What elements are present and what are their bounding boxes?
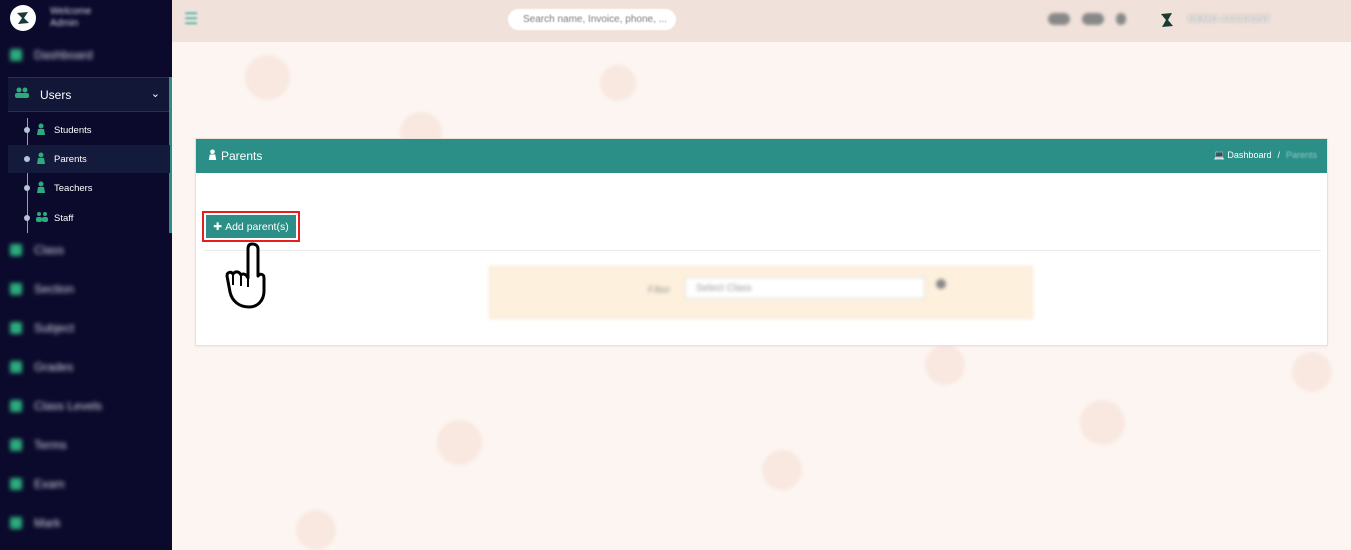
sidebar-item-label: Users [40, 87, 72, 102]
search-input[interactable]: Search name, Invoice, phone, ... [508, 9, 676, 30]
sidebar-item-label: Staff [54, 212, 74, 224]
bg-bubble [762, 450, 802, 490]
sidebar-item-students[interactable]: Students [8, 116, 170, 144]
bg-bubble [245, 55, 290, 100]
subject-icon [10, 322, 22, 334]
sidebar-item-label: Class [34, 243, 65, 257]
language-flag-icon[interactable] [1082, 13, 1104, 25]
brand: Welcome Admin [10, 0, 92, 36]
add-button-highlight: ✚ Add parent(s) [202, 211, 300, 242]
menu-icon[interactable]: ☰ [184, 11, 202, 29]
header-icons [1048, 13, 1126, 25]
sidebar-item-label: Dashboard [34, 48, 93, 62]
users-icon [14, 87, 30, 102]
sidebar-item-mark[interactable]: Mark [10, 512, 170, 534]
mail-icon[interactable] [1116, 13, 1126, 25]
clear-icon[interactable] [936, 279, 946, 289]
bg-bubble [437, 420, 482, 465]
breadcrumb-home[interactable]: 💻 Dashboard [1214, 150, 1272, 161]
divider [204, 250, 1321, 251]
sidebar-item-label: Teachers [54, 182, 93, 194]
breadcrumb-home-label: Dashboard [1227, 150, 1272, 160]
tree-dot [24, 185, 30, 191]
sidebar-item-label: Students [54, 124, 92, 136]
add-parents-button[interactable]: ✚ Add parent(s) [206, 215, 296, 238]
class-select[interactable]: Select Class [685, 277, 925, 299]
section-icon [10, 283, 22, 295]
bg-bubble [1292, 352, 1332, 392]
sidebar-item-parents[interactable]: Parents [8, 145, 170, 173]
sidebar-item-label: Parents [54, 153, 87, 165]
account-menu[interactable]: DEMO ACCOUNT [1188, 14, 1270, 25]
breadcrumb: 💻 Dashboard / Parents [1214, 150, 1317, 161]
sidebar-item-subject[interactable]: Subject [10, 317, 170, 339]
breadcrumb-current: Parents [1285, 150, 1317, 160]
parent-icon [207, 149, 218, 163]
staff-icon [35, 211, 49, 226]
bg-bubble [1080, 400, 1125, 445]
brand-text: Welcome Admin [50, 6, 92, 30]
exam-icon [10, 478, 22, 490]
laptop-icon: 💻 [1213, 150, 1225, 160]
panel-header: Parents 💻 Dashboard / Parents [196, 139, 1327, 173]
plus-icon: ✚ [213, 220, 223, 233]
sidebar-item-label: Grades [34, 360, 74, 374]
filter-box: Filter Select Class [489, 266, 1033, 319]
sidebar-item-label: Mark [34, 516, 61, 530]
top-bar: ☰ Search name, Invoice, phone, ... DEMO … [172, 0, 1351, 42]
tree-dot [24, 156, 30, 162]
mark-icon [10, 517, 22, 529]
breadcrumb-separator: / [1277, 150, 1280, 160]
add-parents-label: Add parent(s) [225, 220, 289, 233]
levels-icon [10, 400, 22, 412]
sidebar-item-label: Section [34, 282, 75, 296]
tree-dot [24, 127, 30, 133]
sidebar: Welcome Admin Dashboard Users ⌄ Students… [0, 0, 172, 550]
brand-line2: Admin [50, 18, 79, 29]
bg-bubble [296, 510, 336, 550]
terms-icon [10, 439, 22, 451]
parent-icon [35, 152, 47, 167]
sidebar-item-label: Terms [34, 438, 67, 452]
sidebar-item-class-levels[interactable]: Class Levels [10, 395, 170, 417]
pointing-hand-icon [225, 242, 266, 309]
home-icon [10, 49, 22, 61]
sidebar-item-section[interactable]: Section [10, 278, 170, 300]
class-icon [10, 244, 22, 256]
sidebar-item-class[interactable]: Class [10, 239, 170, 261]
sidebar-item-label: Subject [34, 321, 75, 335]
student-icon [35, 123, 47, 138]
bg-bubble [925, 345, 965, 385]
grades-icon [10, 361, 22, 373]
page-title-text: Parents [221, 149, 263, 163]
brand-line1: Welcome [50, 6, 92, 17]
sidebar-item-label: Exam [34, 477, 65, 491]
notification-icon[interactable] [1048, 13, 1070, 25]
filter-label: Filter [648, 285, 671, 296]
sidebar-item-users[interactable]: Users ⌄ [8, 77, 170, 112]
tree-dot [24, 215, 30, 221]
sidebar-item-grades[interactable]: Grades [10, 356, 170, 378]
bg-bubble [600, 65, 636, 101]
logo [10, 5, 36, 31]
chevron-down-icon: ⌄ [150, 88, 160, 100]
logo-icon [17, 12, 29, 24]
teacher-icon [35, 181, 47, 196]
parents-panel: Parents 💻 Dashboard / Parents ✚ Add pare… [195, 138, 1328, 346]
sidebar-item-exam[interactable]: Exam [10, 473, 170, 495]
sidebar-item-terms[interactable]: Terms [10, 434, 170, 456]
sidebar-item-label: Class Levels [34, 399, 103, 413]
page-title: Parents [207, 149, 262, 163]
sidebar-item-teachers[interactable]: Teachers [8, 174, 170, 202]
sidebar-item-dashboard[interactable]: Dashboard [10, 44, 170, 66]
sidebar-item-staff[interactable]: Staff [8, 204, 170, 232]
account-logo-icon [1158, 10, 1176, 30]
